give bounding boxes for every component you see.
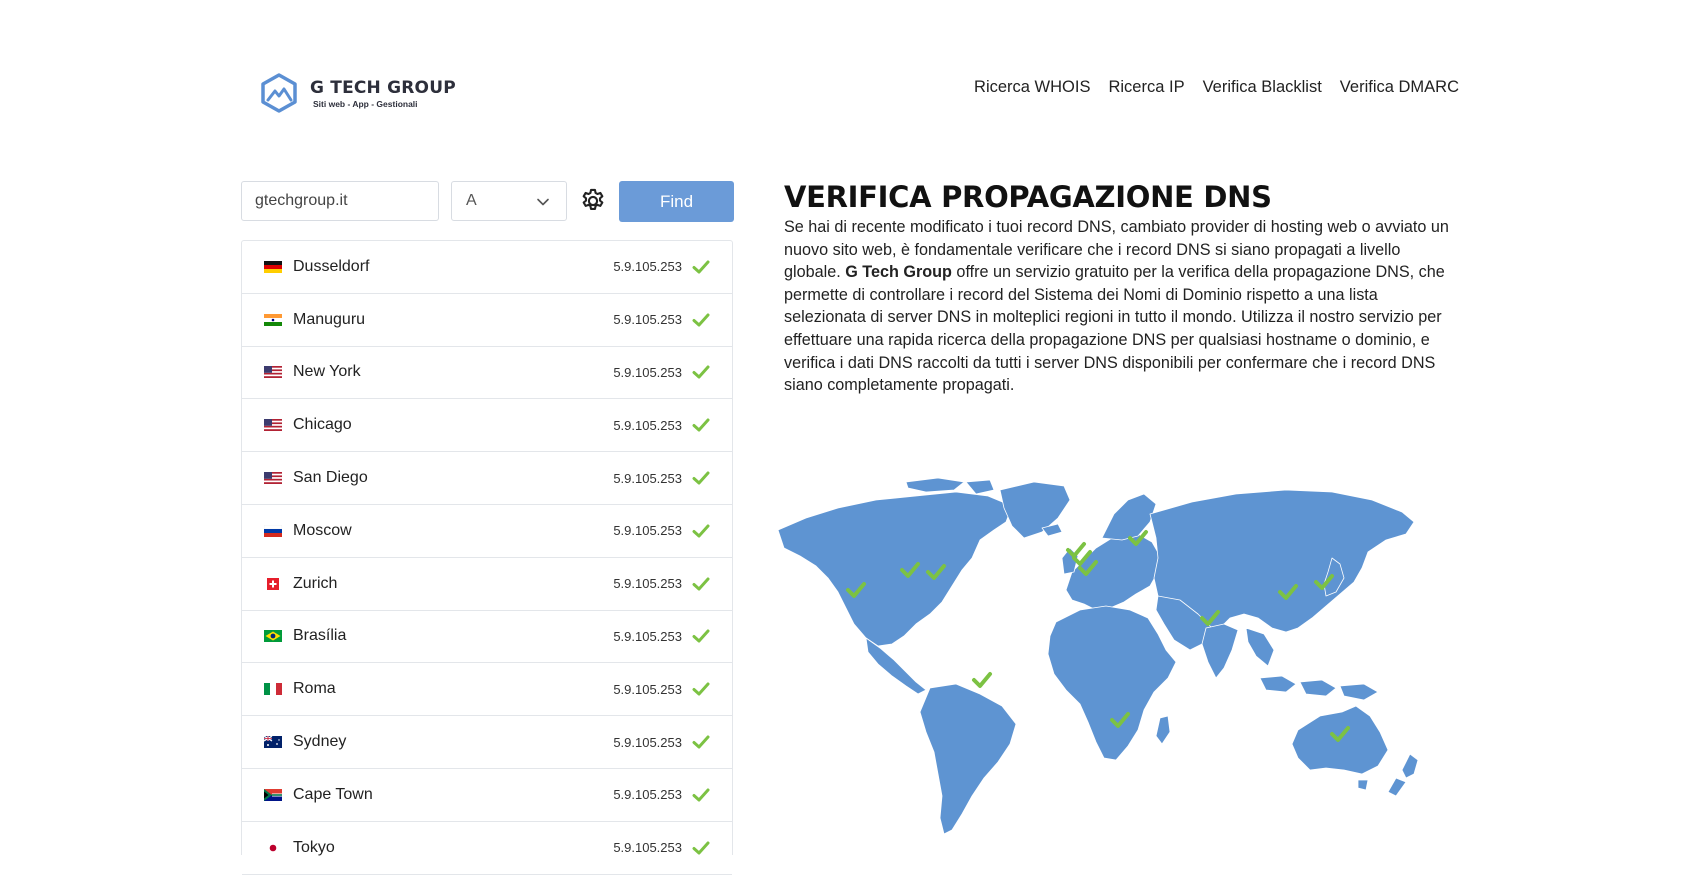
nav-ip[interactable]: Ricerca IP	[1108, 78, 1184, 97]
table-row: Moscow 5.9.105.253	[242, 505, 732, 558]
record-type-select[interactable]: A	[451, 181, 567, 221]
world-map-land	[777, 478, 1419, 835]
server-location: Tokyo	[293, 838, 335, 856]
domain-input[interactable]	[241, 181, 439, 221]
table-row: Chicago 5.9.105.253	[242, 399, 732, 453]
resolved-ip: 5.9.105.253	[613, 364, 682, 380]
world-map	[777, 478, 1419, 835]
check-icon	[692, 313, 710, 327]
description-part-2: offre un servizio gratuito per la verifi…	[784, 263, 1445, 395]
flag-za-icon	[264, 788, 282, 801]
server-location: Manuguru	[293, 310, 366, 328]
resolved-ip: 5.9.105.253	[613, 734, 682, 750]
resolved-ip: 5.9.105.253	[613, 840, 682, 856]
flag-ch-icon	[267, 577, 279, 590]
table-row: San Diego 5.9.105.253	[242, 452, 732, 505]
check-icon	[1066, 542, 1086, 558]
server-location: Dusseldorf	[293, 257, 370, 275]
nav-blacklist[interactable]: Verifica Blacklist	[1203, 78, 1322, 97]
site-header: G TECH GROUP Siti web - App - Gestionali…	[0, 0, 1705, 150]
page-description: Se hai di recente modificato i tuoi reco…	[784, 216, 1450, 397]
check-icon	[692, 682, 710, 696]
resolved-ip: 5.9.105.253	[613, 312, 682, 328]
flag-us-icon	[264, 419, 282, 432]
brand-name: G TECH GROUP	[310, 77, 456, 98]
flag-jp-icon	[264, 841, 282, 854]
brand-tagline: Siti web - App - Gestionali	[313, 98, 418, 109]
flag-de-icon	[264, 260, 282, 273]
flag-us-icon	[264, 472, 282, 485]
page-title: VERIFICA PROPAGAZIONE DNS	[784, 180, 1272, 214]
check-icon	[692, 629, 710, 643]
flag-au-icon	[264, 736, 282, 749]
check-icon	[692, 418, 710, 432]
server-location: Roma	[293, 680, 336, 698]
resolved-ip: 5.9.105.253	[613, 628, 682, 644]
table-row: Cape Town 5.9.105.253	[242, 769, 732, 822]
server-location: Zurich	[293, 574, 338, 592]
server-location: Brasília	[293, 627, 347, 645]
mountain-logo-icon	[261, 73, 297, 113]
description-brand: G Tech Group	[845, 263, 952, 282]
table-row: Dusseldorf 5.9.105.253	[242, 241, 732, 294]
table-row: New York 5.9.105.253	[242, 347, 732, 400]
table-row: Roma 5.9.105.253	[242, 663, 732, 717]
server-location: Sydney	[293, 733, 347, 751]
resolved-ip: 5.9.105.253	[613, 681, 682, 697]
dns-results-list: Dusseldorf 5.9.105.253 Manuguru 5.9.105.253…	[241, 240, 733, 875]
server-location: Moscow	[293, 521, 352, 539]
check-icon	[692, 577, 710, 591]
resolved-ip: 5.9.105.253	[613, 576, 682, 592]
server-location: Cape Town	[293, 785, 373, 803]
check-icon	[692, 841, 710, 855]
nav-whois[interactable]: Ricerca WHOIS	[974, 78, 1090, 97]
table-row: Brasília 5.9.105.253	[242, 611, 732, 664]
dns-search-bar: A Find	[241, 181, 734, 223]
flag-ru-icon	[264, 524, 282, 537]
flag-it-icon	[264, 683, 282, 696]
check-icon	[692, 365, 710, 379]
server-location: San Diego	[293, 469, 368, 487]
table-row: Zurich 5.9.105.253	[242, 558, 732, 611]
flag-in-icon	[264, 313, 282, 326]
main-content: VERIFICA PROPAGAZIONE DNS Se hai di rece…	[784, 180, 1450, 413]
check-icon	[692, 471, 710, 485]
brand-logo[interactable]: G TECH GROUP Siti web - App - Gestionali	[258, 68, 468, 118]
chevron-down-icon	[537, 198, 549, 206]
record-type-value: A	[466, 192, 477, 209]
resolved-ip: 5.9.105.253	[613, 417, 682, 433]
find-button[interactable]: Find	[619, 181, 734, 222]
server-location: Chicago	[293, 416, 352, 434]
table-row: Manuguru 5.9.105.253	[242, 294, 732, 347]
nav-dmarc[interactable]: Verifica DMARC	[1340, 78, 1459, 97]
check-icon	[692, 735, 710, 749]
flag-us-icon	[264, 366, 282, 379]
check-icon	[692, 788, 710, 802]
resolved-ip: 5.9.105.253	[613, 523, 682, 539]
main-nav: Ricerca WHOIS Ricerca IP Verifica Blackl…	[974, 78, 1459, 97]
check-icon	[692, 260, 710, 274]
check-icon	[692, 524, 710, 538]
resolved-ip: 5.9.105.253	[613, 787, 682, 803]
check-icon	[972, 672, 992, 688]
table-row: Sydney 5.9.105.253	[242, 716, 732, 769]
resolved-ip: 5.9.105.253	[613, 259, 682, 275]
server-location: New York	[293, 363, 361, 381]
flag-br-icon	[264, 630, 282, 643]
resolved-ip: 5.9.105.253	[613, 470, 682, 486]
gear-icon[interactable]	[579, 187, 607, 215]
table-row: Tokyo 5.9.105.253	[242, 822, 732, 875]
